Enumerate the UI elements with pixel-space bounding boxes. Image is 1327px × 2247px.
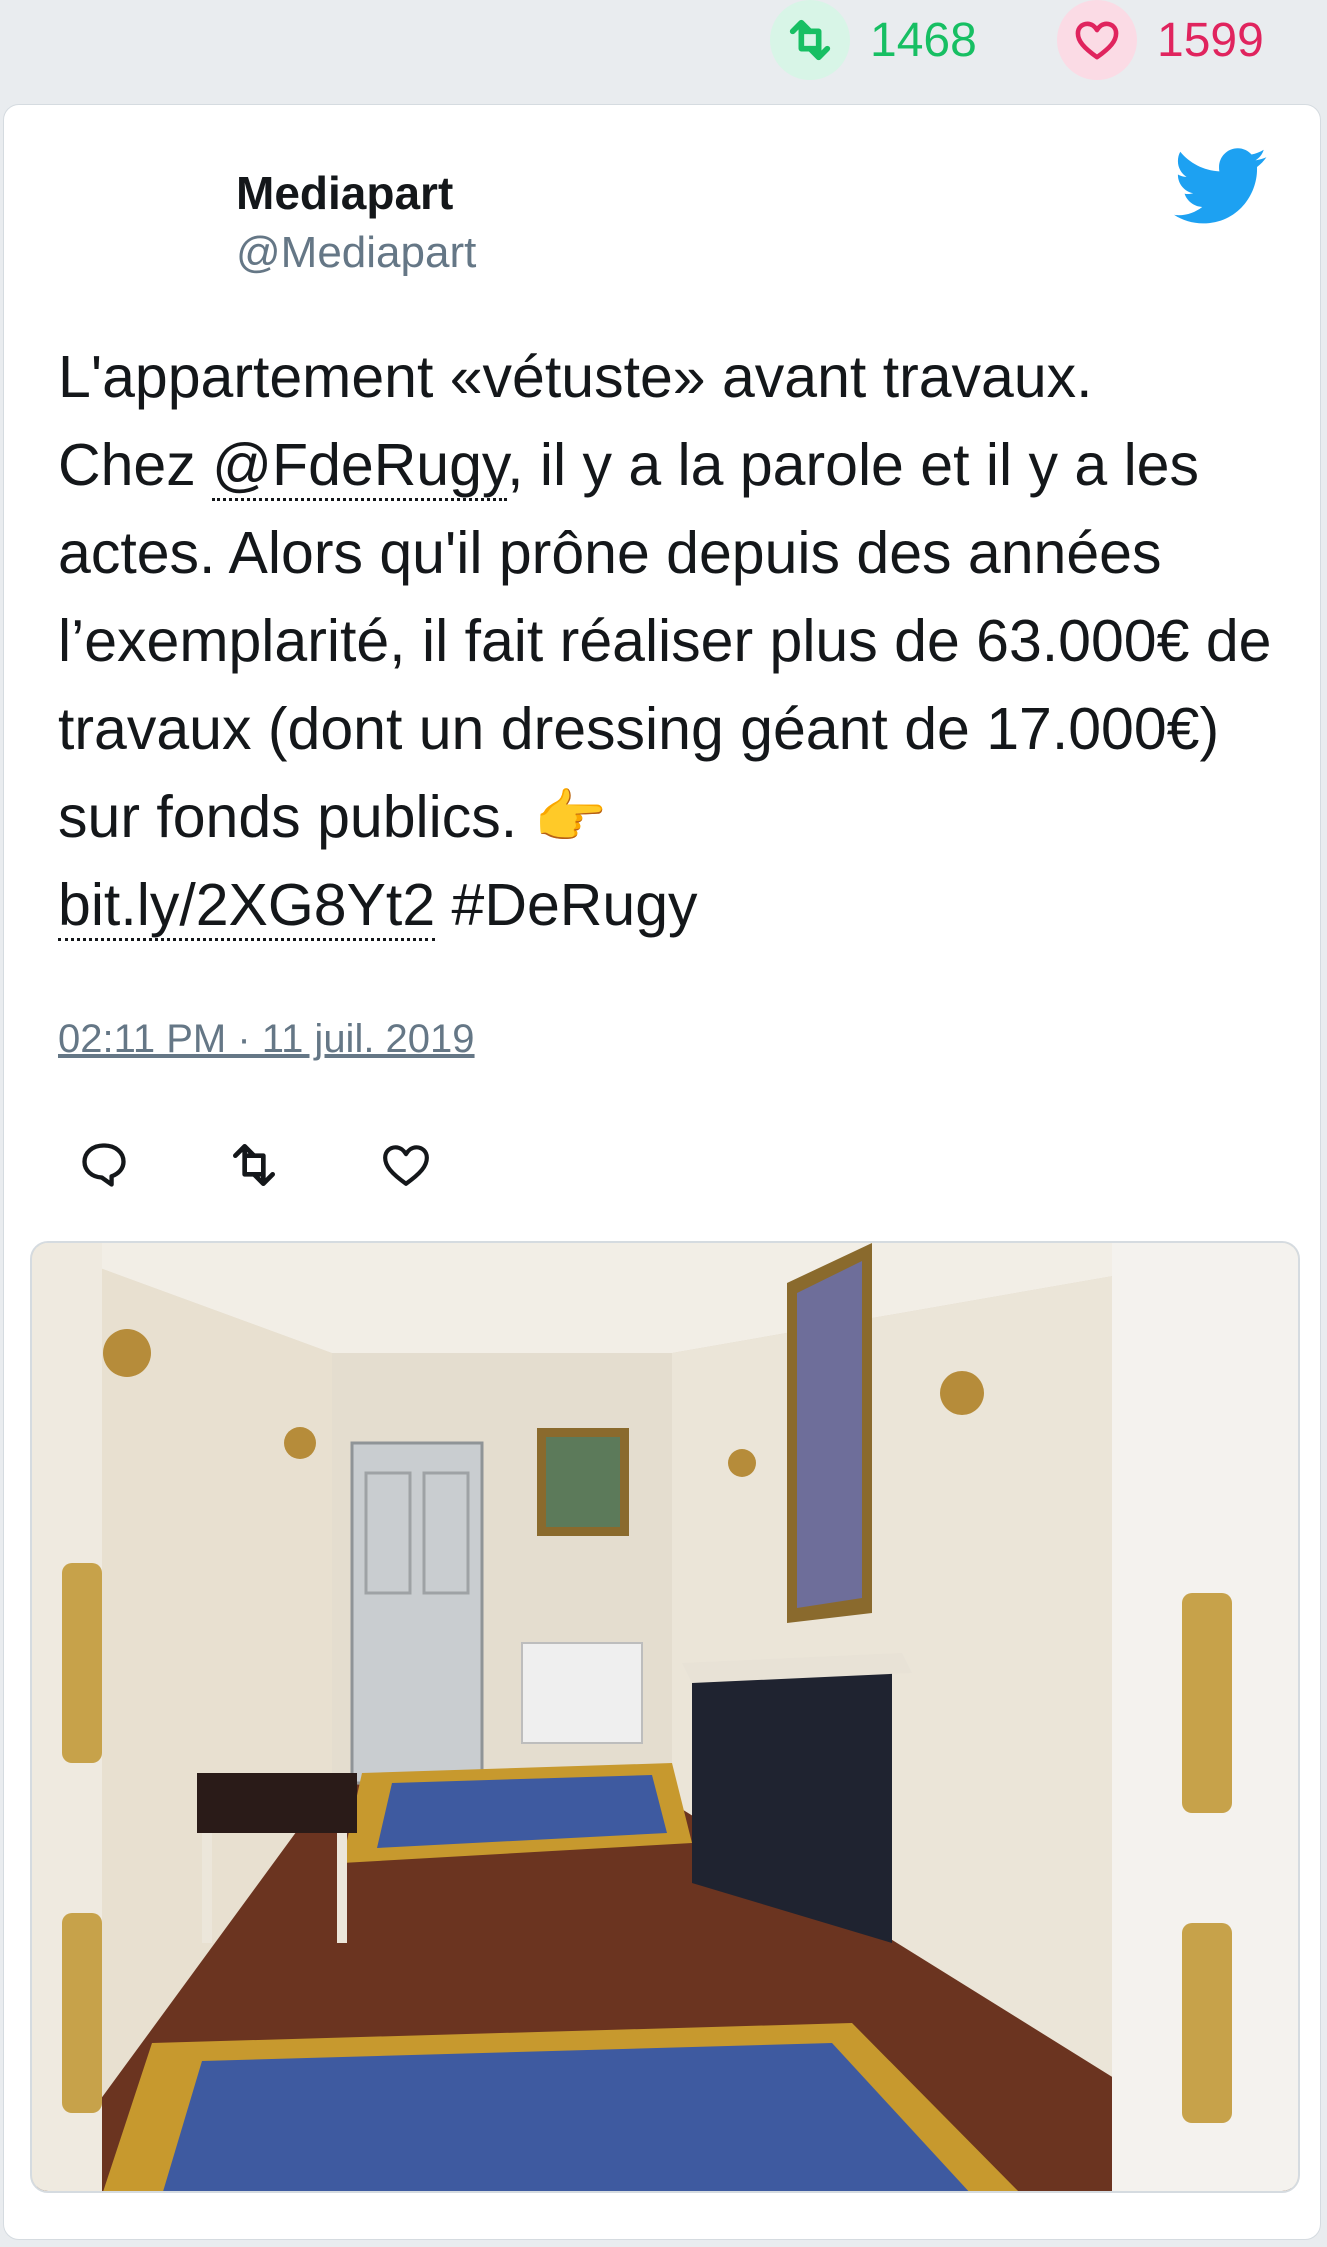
url-link[interactable]: bit.ly/2XG8Yt2 — [58, 872, 436, 941]
hashtag-link[interactable]: #DeRugy — [435, 872, 698, 938]
retweet-icon — [770, 0, 850, 80]
like-count-value: 1599 — [1157, 13, 1264, 67]
mention-link[interactable]: @FdeRugy — [212, 432, 508, 501]
retweet-count-value: 1468 — [870, 13, 977, 67]
author-name[interactable]: Mediapart — [236, 165, 476, 221]
like-count[interactable]: 1599 — [1057, 0, 1264, 80]
author-block[interactable]: Mediapart @Mediapart — [236, 165, 476, 281]
retweet-count[interactable]: 1468 — [770, 0, 977, 80]
heart-icon — [1057, 0, 1137, 80]
twitter-bird-icon[interactable] — [1174, 147, 1268, 227]
tweet-text: L'appartement «vétuste» avant travaux. C… — [58, 333, 1288, 949]
engagement-stats: 1468 1599 — [0, 0, 1327, 100]
tweet-card: Mediapart @Mediapart L'appartement «vétu… — [3, 104, 1321, 2240]
tweet-timestamp[interactable]: 02:11 PM · 11 juil. 2019 — [58, 1017, 475, 1062]
reply-icon[interactable] — [74, 1135, 134, 1195]
pointing-hand-emoji: 👉 — [533, 784, 607, 850]
like-action-icon[interactable] — [376, 1135, 436, 1195]
photo-hallway — [32, 1243, 1298, 2191]
tweet-photo[interactable] — [30, 1241, 1300, 2193]
author-handle[interactable]: @Mediapart — [236, 225, 476, 281]
retweet-action-icon[interactable] — [224, 1135, 284, 1195]
